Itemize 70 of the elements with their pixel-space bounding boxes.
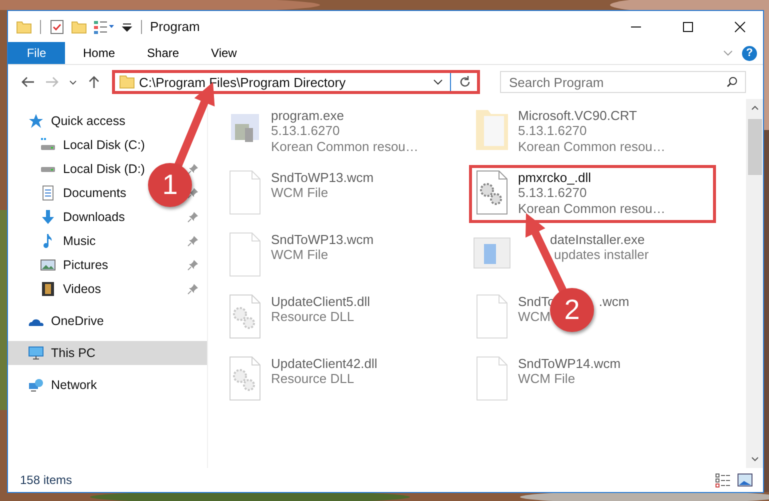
address-path: C:\Program Files\Program Directory (139, 74, 346, 90)
folder-icon (119, 74, 135, 90)
file-detail: WCM File (271, 185, 328, 201)
large-icons-view-icon[interactable] (737, 472, 753, 488)
search-field[interactable]: Search Program (500, 71, 746, 93)
sidebar-item[interactable]: Quick access (51, 114, 126, 128)
drive-icon (40, 137, 56, 153)
customize-icon[interactable] (121, 20, 133, 32)
file-name: program.exe (271, 108, 344, 123)
file-detail: 5.13.1.6270 (518, 185, 587, 201)
search-icon (726, 76, 738, 88)
file-item[interactable]: pmxrcko_.dll 5.13.1.6270 Korean Common resou… (469, 165, 716, 223)
picture-icon (40, 257, 56, 273)
address-bar[interactable]: C:\Program Files\Program Directory (112, 70, 480, 94)
sidebar-label: This PC (51, 346, 96, 360)
file-detail: WCM File (518, 371, 576, 387)
ribbon-tab[interactable]: Share (133, 42, 194, 64)
file-tab[interactable]: File (8, 42, 65, 64)
file-detail: Korean Common resou… (518, 201, 666, 217)
sidebar-item[interactable]: Downloads (63, 210, 125, 224)
file-name: Microsoft.VC90.CRT (518, 108, 637, 123)
file-name: UpdateClient42.dll (271, 356, 378, 371)
pin-icon[interactable] (187, 187, 199, 199)
file-detail: updates installer (553, 247, 649, 263)
ribbon-tab[interactable]: Home (69, 42, 130, 64)
file-detail: 5.13.1.6270 (518, 123, 587, 139)
layout-icon[interactable] (93, 18, 115, 34)
sidebar-item[interactable]: Documents (63, 186, 126, 200)
ribbon-tab[interactable]: View (197, 42, 251, 64)
sidebar-item[interactable]: Network (51, 378, 97, 392)
sidebar-item[interactable]: Local Disk (D:) (63, 162, 145, 176)
scroll-down-icon[interactable] (750, 454, 760, 464)
details-view-icon[interactable] (715, 472, 731, 488)
file-detail: WCM (518, 309, 550, 325)
file-name: SndToWP13.wcm (271, 232, 374, 247)
sidebar-item[interactable]: Videos (63, 282, 101, 296)
sidebar-item[interactable]: OneDrive (51, 314, 104, 328)
file-name: dateInstaller.exe (550, 232, 645, 247)
film-icon (40, 281, 56, 297)
file-detail: Resource DLL (271, 309, 354, 325)
window-title: Program (150, 19, 200, 34)
sidebar-item[interactable]: This PC (8, 341, 207, 365)
computer-icon (28, 345, 44, 361)
file-name: pmxrcko_.dll (518, 170, 591, 185)
file-name: SndToWP13.wcm (271, 170, 374, 185)
file-name: .wcm (598, 294, 630, 309)
file-name: UpdateClient5.dll (271, 294, 370, 309)
star-icon (28, 113, 44, 129)
pin-icon[interactable] (187, 259, 199, 271)
pin-icon[interactable] (187, 211, 199, 223)
file-detail: 5.13.1.6270 (271, 123, 340, 139)
pin-icon[interactable] (187, 235, 199, 247)
help-button[interactable]: ? (742, 46, 757, 60)
properties-icon[interactable] (49, 18, 65, 34)
file-detail: Resource DLL (271, 371, 354, 387)
pin-icon[interactable] (187, 283, 199, 295)
item-count: 158 items (20, 473, 72, 487)
sidebar-item[interactable]: Local Disk (C:) (63, 138, 145, 152)
file-detail: Korean Common resou… (271, 139, 418, 155)
sidebar-item[interactable]: Pictures (63, 258, 108, 272)
file-name: SndToWP14.wcm (518, 356, 621, 371)
network-icon (28, 377, 44, 393)
scrollbar-thumb[interactable] (748, 119, 762, 175)
sidebar-item[interactable]: Music (63, 234, 96, 248)
document-icon (40, 185, 56, 201)
pin-icon[interactable] (187, 163, 199, 175)
drive-icon (40, 166, 56, 172)
file-detail: Korean Common resou… (518, 139, 666, 155)
download-icon (40, 209, 56, 225)
file-detail: WCM File (271, 247, 328, 263)
